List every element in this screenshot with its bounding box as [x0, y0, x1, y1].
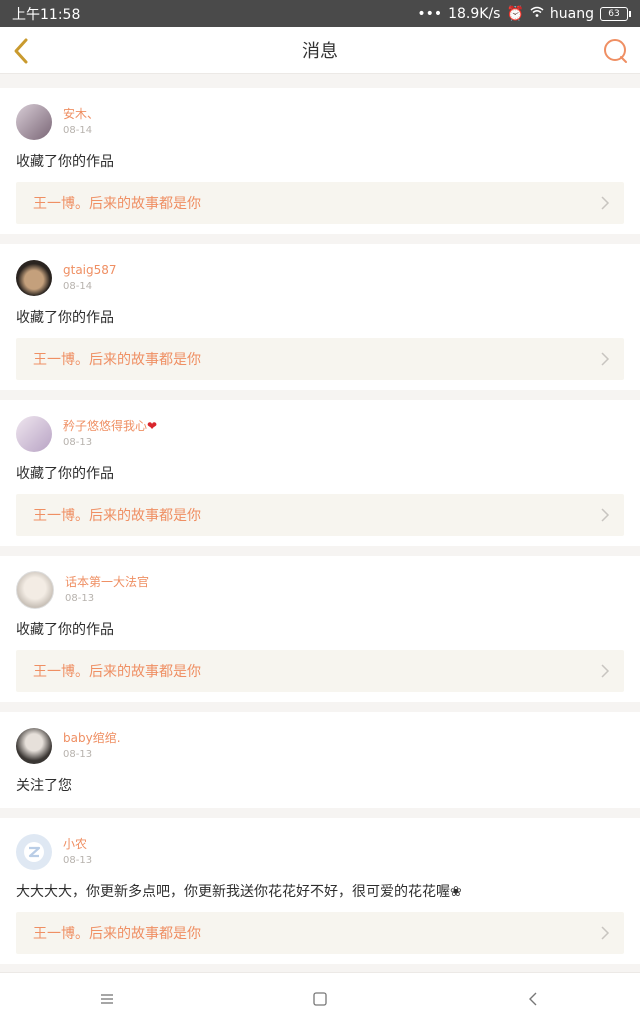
- work-title: 王一博。后来的故事都是你: [33, 196, 201, 212]
- avatar[interactable]: [16, 104, 52, 140]
- user-meta: 小农 08-13: [63, 836, 92, 868]
- work-title: 王一博。后来的故事都是你: [33, 926, 201, 942]
- user-meta: baby绾绾. 08-13: [63, 730, 121, 762]
- user-row: 安木、 08-14: [16, 102, 624, 142]
- avatar[interactable]: [16, 571, 54, 609]
- home-square-icon: [313, 992, 327, 1006]
- default-avatar-icon: [24, 842, 44, 862]
- page-title: 消息: [302, 41, 338, 62]
- nav-back-button[interactable]: [513, 979, 553, 1019]
- system-nav-bar: [0, 972, 640, 1025]
- heart-icon: ❤: [147, 419, 158, 433]
- work-title: 王一博。后来的故事都是你: [33, 352, 201, 368]
- user-meta: 安木、 08-14: [63, 106, 99, 138]
- user-row: gtaig587 08-14: [16, 258, 624, 298]
- username[interactable]: 安木、: [63, 106, 99, 122]
- work-link[interactable]: 王一博。后来的故事都是你: [16, 650, 624, 692]
- signal-dots-icon: •••: [417, 5, 443, 22]
- message-action: 收藏了你的作品: [16, 310, 114, 326]
- username[interactable]: 话本第一大法官: [65, 574, 149, 590]
- chevron-right-icon: [601, 508, 610, 522]
- user-meta: 话本第一大法官 08-13: [65, 574, 149, 606]
- avatar[interactable]: [16, 834, 52, 870]
- header: 消息: [0, 27, 640, 74]
- alarm-icon: ⏰: [506, 5, 524, 22]
- wifi-icon: [530, 6, 544, 22]
- work-link[interactable]: 王一博。后来的故事都是你: [16, 338, 624, 380]
- chevron-right-icon: [601, 664, 610, 678]
- username-text: 矜子悠悠得我心: [63, 419, 148, 433]
- work-title: 王一博。后来的故事都是你: [33, 508, 201, 524]
- chevron-right-icon: [601, 352, 610, 366]
- user-meta: gtaig587 08-14: [63, 262, 117, 294]
- message-card: 安木、 08-14 收藏了你的作品 王一博。后来的故事都是你: [0, 88, 640, 234]
- work-title: 王一博。后来的故事都是你: [33, 664, 201, 680]
- status-bar: 上午11:58 ••• 18.9K/s ⏰ huang 63: [0, 0, 640, 27]
- avatar[interactable]: [16, 260, 52, 296]
- message-time: 08-14: [63, 281, 93, 292]
- user-row: 矜子悠悠得我心❤ 08-13: [16, 414, 624, 454]
- search-button[interactable]: [600, 35, 632, 67]
- back-icon: [529, 992, 537, 1006]
- search-icon: [604, 39, 627, 63]
- user-meta: 矜子悠悠得我心❤ 08-13: [63, 418, 157, 450]
- avatar[interactable]: [16, 728, 52, 764]
- work-link[interactable]: 王一博。后来的故事都是你: [16, 182, 624, 224]
- message-card: 小农 08-13 大大大大，你更新多点吧，你更新我送你花花好不好，很可爱的花花喔…: [0, 818, 640, 964]
- user-row: baby绾绾. 08-13: [16, 726, 624, 766]
- message-action: 关注了您: [16, 778, 72, 794]
- wifi-name: huang: [549, 5, 594, 22]
- message-time: 08-13: [63, 437, 93, 448]
- message-card: baby绾绾. 08-13 关注了您: [0, 712, 640, 808]
- back-button[interactable]: [8, 35, 40, 67]
- status-right: ••• 18.9K/s ⏰ huang 63: [417, 5, 631, 22]
- work-link[interactable]: 王一博。后来的故事都是你: [16, 912, 624, 954]
- chevron-right-icon: [601, 926, 610, 940]
- nav-menu-button[interactable]: [87, 979, 127, 1019]
- user-row: 小农 08-13: [16, 832, 624, 872]
- username[interactable]: 矜子悠悠得我心❤: [63, 418, 157, 434]
- message-action: 大大大大，你更新多点吧，你更新我送你花花好不好，很可爱的花花喔❀: [16, 884, 462, 900]
- message-list: 安木、 08-14 收藏了你的作品 王一博。后来的故事都是你 gtaig587 …: [0, 88, 640, 974]
- message-time: 08-13: [63, 749, 93, 760]
- chevron-right-icon: [601, 196, 610, 210]
- message-card: 矜子悠悠得我心❤ 08-13 收藏了你的作品 王一博。后来的故事都是你: [0, 400, 640, 546]
- username[interactable]: baby绾绾.: [63, 730, 121, 746]
- nav-home-button[interactable]: [300, 979, 340, 1019]
- message-card: 话本第一大法官 08-13 收藏了你的作品 王一博。后来的故事都是你: [0, 556, 640, 702]
- status-time: 上午11:58: [12, 6, 81, 23]
- username[interactable]: 小农: [63, 836, 92, 852]
- message-card: gtaig587 08-14 收藏了你的作品 王一博。后来的故事都是你: [0, 244, 640, 390]
- avatar[interactable]: [16, 416, 52, 452]
- menu-icon: [100, 994, 113, 1004]
- message-time: 08-13: [63, 855, 93, 866]
- message-time: 08-14: [63, 125, 93, 136]
- work-link[interactable]: 王一博。后来的故事都是你: [16, 494, 624, 536]
- user-row: 话本第一大法官 08-13: [16, 570, 624, 610]
- username[interactable]: gtaig587: [63, 262, 117, 278]
- message-action: 收藏了你的作品: [16, 154, 114, 170]
- chevron-left-icon: [14, 38, 28, 64]
- message-time: 08-13: [65, 593, 95, 604]
- message-action: 收藏了你的作品: [16, 466, 114, 482]
- network-speed: 18.9K/s: [448, 5, 501, 22]
- message-action: 收藏了你的作品: [16, 622, 114, 638]
- battery-icon: 63: [600, 6, 631, 21]
